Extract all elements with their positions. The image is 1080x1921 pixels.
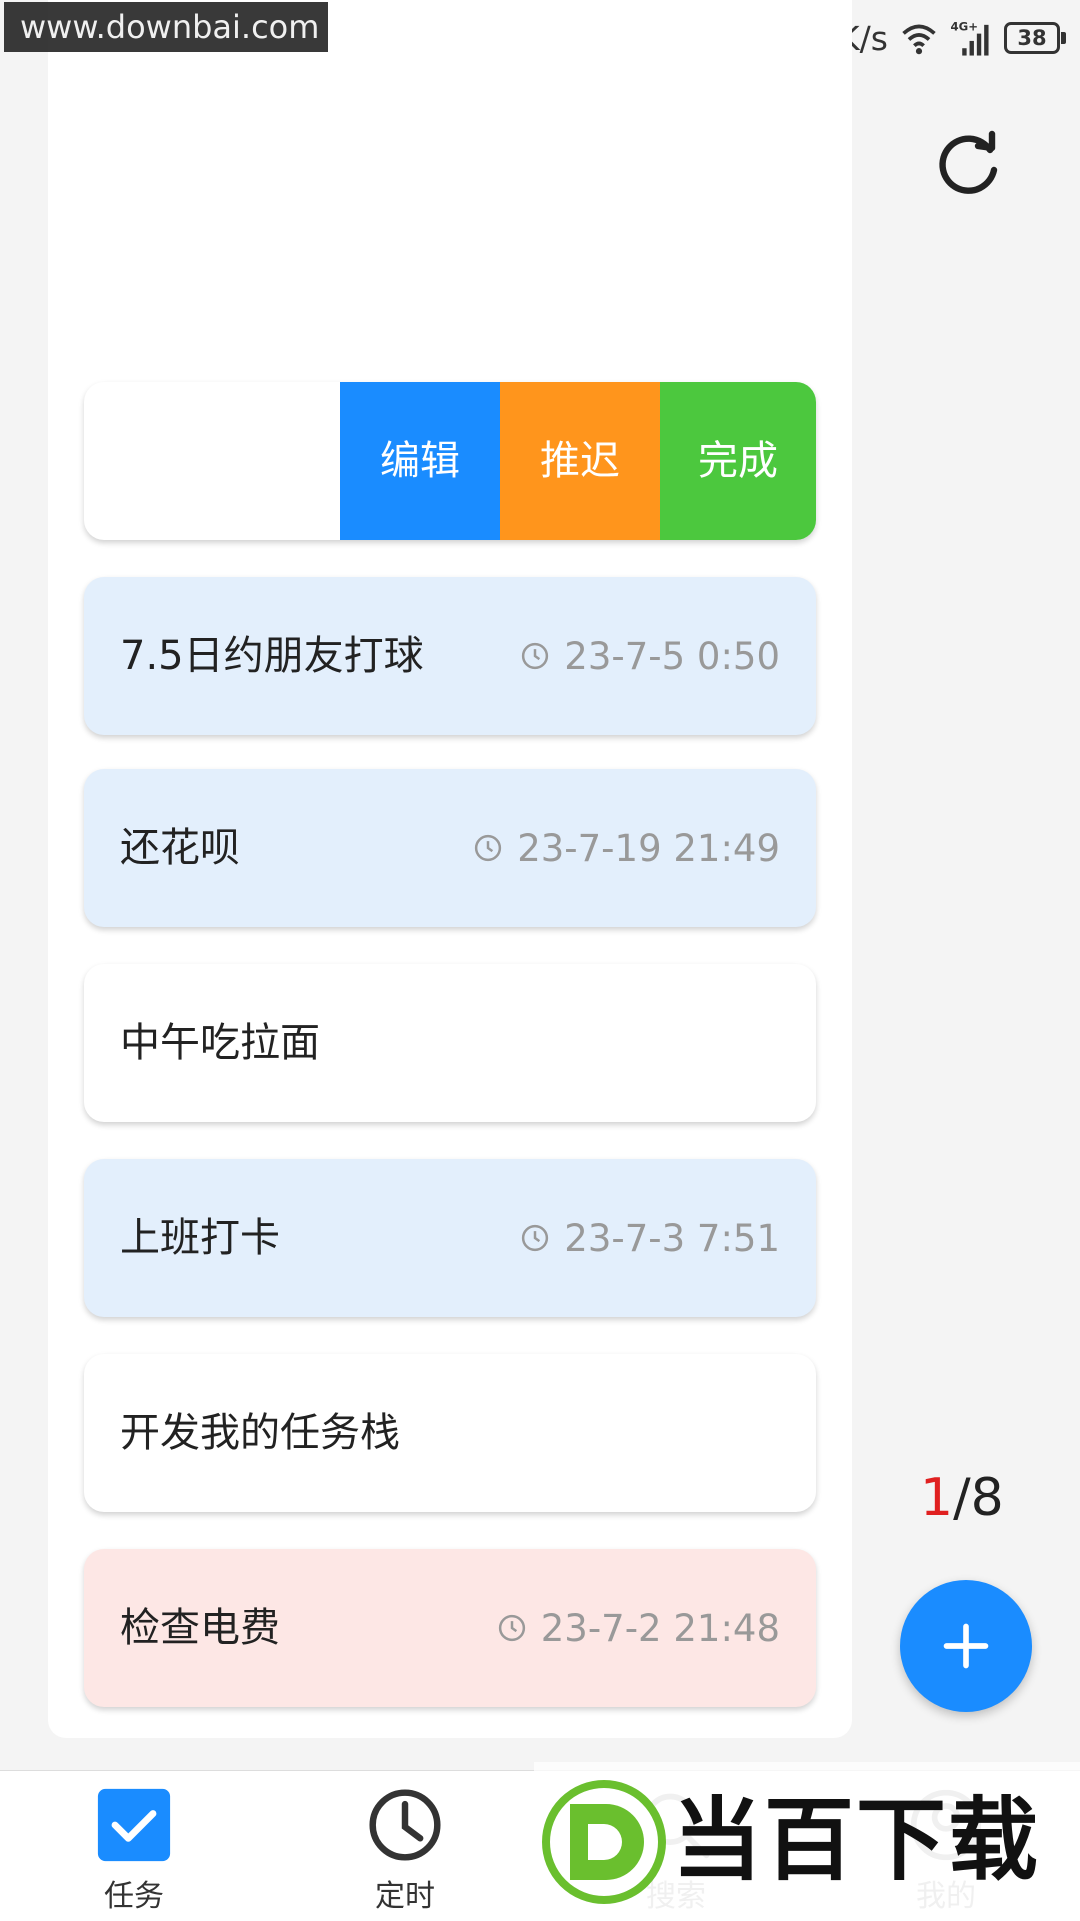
task-card[interactable]: 上班打卡 23-7-3 7:51 xyxy=(84,1159,816,1317)
task-title: 7.5日约朋友打球 xyxy=(120,633,424,679)
task-time-text: 23-7-5 0:50 xyxy=(564,634,780,678)
task-title: 上班打卡 xyxy=(120,1215,280,1261)
refresh-button[interactable] xyxy=(928,126,1008,206)
task-card[interactable]: 开发我的任务栈 xyxy=(84,1354,816,1512)
clock-icon xyxy=(369,1789,441,1861)
checkbox-icon xyxy=(97,1788,171,1862)
task-title: 还花呗 xyxy=(120,825,240,871)
done-button[interactable]: 完成 xyxy=(660,382,816,540)
nav-timer[interactable]: 定时 xyxy=(305,1771,505,1921)
task-time: 23-7-3 7:51 xyxy=(520,1159,780,1317)
nav-tasks-label: 任务 xyxy=(104,1879,164,1914)
task-title: 中午吃拉面 xyxy=(120,1020,320,1066)
page-separator: / xyxy=(953,1468,971,1528)
page-indicator: 1/8 xyxy=(920,1468,1004,1528)
swiped-task-card[interactable]: 编辑 推迟 完成 xyxy=(84,382,816,540)
wifi-icon xyxy=(902,24,936,55)
task-card[interactable]: 还花呗 23-7-19 21:49 xyxy=(84,769,816,927)
edit-button[interactable]: 编辑 xyxy=(340,382,500,540)
delay-button[interactable]: 推迟 xyxy=(500,382,660,540)
brand-logo-icon xyxy=(542,1780,666,1904)
refresh-icon xyxy=(939,130,998,194)
task-time: 23-7-2 21:48 xyxy=(497,1549,780,1707)
page-total: 8 xyxy=(970,1468,1004,1528)
nav-tasks[interactable]: 任务 xyxy=(34,1771,234,1921)
task-title: 检查电费 xyxy=(120,1605,280,1651)
task-card[interactable]: 7.5日约朋友打球 23-7-5 0:50 xyxy=(84,577,816,735)
clock-icon xyxy=(475,834,502,862)
clock-icon xyxy=(522,1224,549,1252)
task-time: 23-7-5 0:50 xyxy=(520,577,780,735)
task-title: 开发我的任务栈 xyxy=(120,1410,400,1456)
plus-icon xyxy=(943,1623,989,1669)
signal-icon: 4G+ xyxy=(951,20,989,56)
task-time: 23-7-19 21:49 xyxy=(473,769,780,927)
site-watermark: www.downbai.com xyxy=(4,2,328,52)
task-time-text: 23-7-2 21:48 xyxy=(540,1606,780,1650)
battery-icon: 38 xyxy=(1004,22,1066,54)
task-card[interactable]: 检查电费 23-7-2 21:48 xyxy=(84,1549,816,1707)
task-time-text: 23-7-3 7:51 xyxy=(564,1216,780,1260)
clock-icon xyxy=(522,642,549,670)
add-task-button[interactable] xyxy=(900,1580,1032,1712)
network-type: 4G+ xyxy=(951,20,979,34)
clock-icon xyxy=(498,1614,525,1642)
battery-level: 38 xyxy=(1017,26,1047,50)
nav-timer-label: 定时 xyxy=(375,1879,435,1914)
brand-watermark: 当百下载 xyxy=(534,1762,1080,1920)
task-card[interactable]: 中午吃拉面 xyxy=(84,964,816,1122)
brand-text: 当百下载 xyxy=(672,1788,1040,1893)
page-current: 1 xyxy=(920,1468,954,1528)
task-time-text: 23-7-19 21:49 xyxy=(517,826,780,870)
